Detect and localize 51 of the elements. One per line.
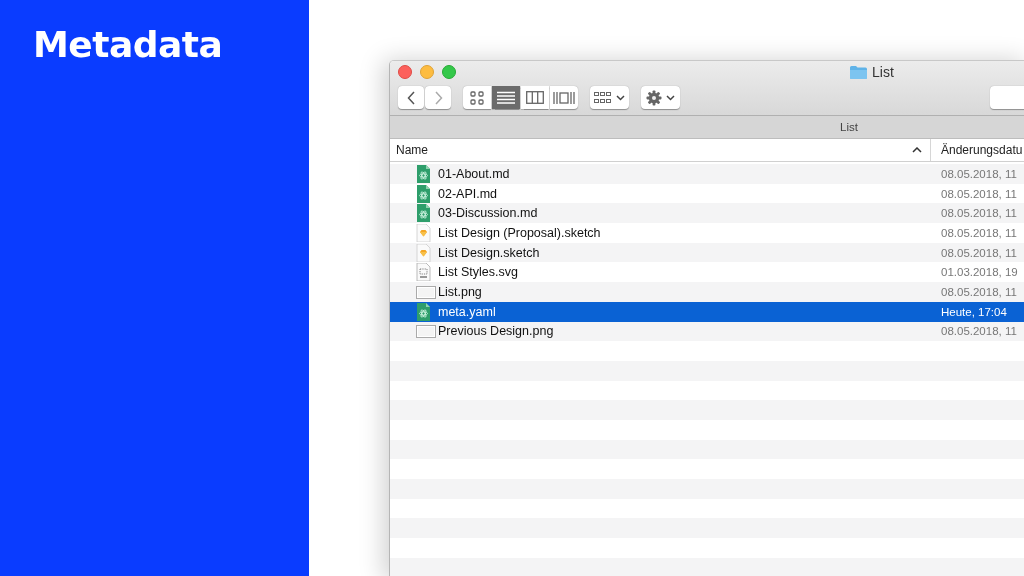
file-name: List.png — [438, 284, 483, 299]
modified-date: 08.05.2018, 11 — [940, 226, 1018, 239]
file-name: List Styles.svg — [438, 265, 519, 280]
modified-date: 01.03.2018, 19 — [940, 266, 1019, 279]
file-row[interactable]: meta.yaml Heute, 17:04 — [390, 301, 1024, 322]
file-name: 01-About.md — [438, 166, 511, 181]
file-row[interactable]: 03-Discussion.md 08.05.2018, 11 — [390, 203, 1024, 224]
folder-icon — [850, 65, 867, 79]
grid-icon — [594, 91, 612, 104]
slide-title: Metadata — [33, 24, 223, 65]
modified-date: 08.05.2018, 11 — [940, 325, 1018, 338]
group-dropdown[interactable] — [590, 86, 629, 109]
search-field[interactable] — [990, 86, 1024, 109]
list-view-icon — [497, 90, 515, 105]
gallery-view-icon — [553, 90, 575, 105]
view-mode-button[interactable] — [463, 86, 491, 109]
caret-icon — [666, 94, 675, 101]
modified-date: 08.05.2018, 11 — [940, 246, 1018, 259]
columns-view-icon — [526, 91, 544, 104]
file-name: List Design (Proposal).sketch — [438, 225, 602, 240]
modified-date: Heute, 17:04 — [940, 305, 1008, 318]
view-mode-button[interactable] — [550, 86, 578, 109]
column-header[interactable]: Name — [390, 139, 931, 161]
back-button[interactable] — [398, 86, 424, 109]
gear-icon — [646, 89, 662, 106]
path-label: List — [840, 121, 858, 133]
file-row[interactable]: 01-About.md 08.05.2018, 11 — [390, 164, 1024, 184]
file-name: meta.yaml — [438, 304, 497, 319]
view-mode-button[interactable] — [521, 86, 549, 109]
action-dropdown[interactable] — [641, 86, 680, 109]
sort-caret-icon — [912, 147, 922, 153]
file-row[interactable]: List Design.sketch 08.05.2018, 11 — [390, 242, 1024, 263]
file-name: Previous Design.png — [438, 324, 555, 339]
chevron-left-icon — [406, 90, 416, 105]
grid-view-icon — [470, 90, 484, 105]
file-name: 03-Discussion.md — [438, 206, 539, 221]
file-row[interactable]: Previous Design.png 08.05.2018, 11 — [390, 321, 1024, 342]
view-mode-button[interactable] — [492, 86, 520, 109]
modified-date: 08.05.2018, 11 — [940, 187, 1018, 200]
caret-icon — [616, 94, 625, 101]
window-title: List — [872, 64, 894, 80]
modified-date: 08.05.2018, 11 — [940, 207, 1018, 220]
image-file-icon — [416, 322, 436, 341]
chevron-right-icon — [433, 90, 443, 105]
modified-date: 08.05.2018, 11 — [940, 285, 1018, 298]
file-name: 02-API.md — [438, 186, 499, 201]
close-button[interactable] — [398, 65, 412, 79]
file-name: List Design.sketch — [438, 245, 541, 260]
file-row[interactable]: List.png 08.05.2018, 11 — [390, 282, 1024, 302]
column-header[interactable]: Änderungsdatu — [931, 139, 1024, 161]
modified-date: 08.05.2018, 11 — [940, 167, 1018, 180]
